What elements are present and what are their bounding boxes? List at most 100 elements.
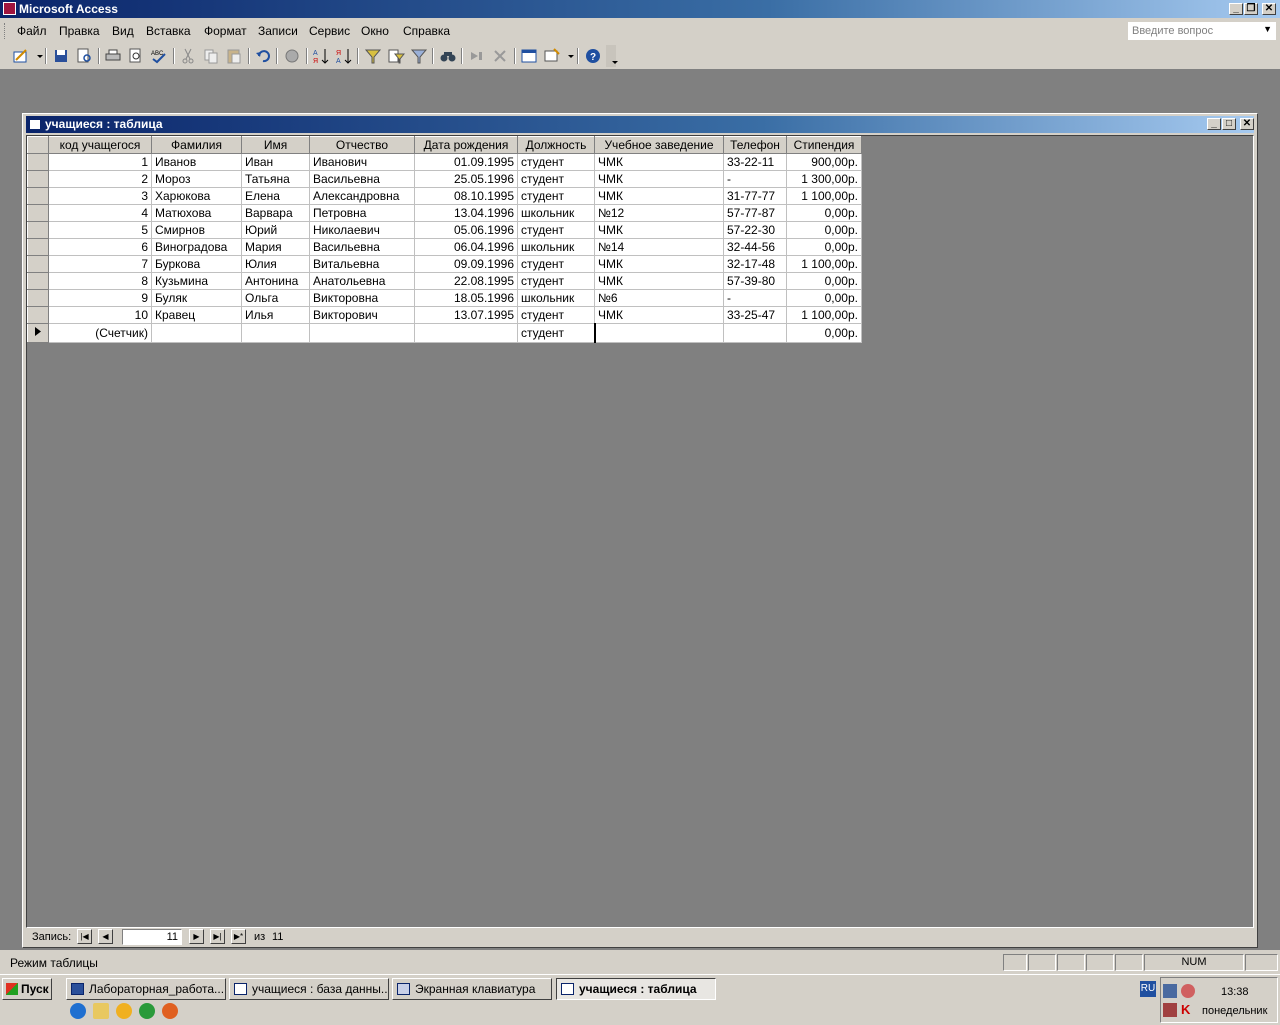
table-cell[interactable]: Анатольевна (309, 272, 415, 290)
table-cell[interactable]: Юлия (241, 255, 310, 273)
table-cell[interactable]: 1 (48, 153, 152, 171)
table-cell[interactable]: студент (517, 306, 595, 324)
table-row[interactable]: 2 Мороз Татьяна Васильевна 25.05.1996 студент… (27, 170, 862, 188)
table-cell[interactable]: №6 (594, 289, 724, 307)
table-cell[interactable]: 0,00р. (786, 323, 862, 343)
table-row[interactable]: 10 Кравец Илья Викторович 13.07.1995 студент Ч… (27, 306, 862, 324)
table-cell[interactable]: Ольга (241, 289, 310, 307)
table-cell[interactable]: Кузьмина (151, 272, 242, 290)
select-all-cell[interactable] (27, 136, 49, 154)
table-cell[interactable]: студент (517, 153, 595, 171)
table-cell[interactable]: Васильевна (309, 238, 415, 256)
table-cell[interactable]: студент (517, 272, 595, 290)
filter-by-form-icon[interactable] (387, 47, 406, 65)
table-cell[interactable]: (Счетчик) (48, 323, 152, 343)
table-cell[interactable]: 1 300,00р. (786, 170, 862, 188)
table-cell[interactable]: Кравец (151, 306, 242, 324)
table-maximize-button[interactable]: □ (1222, 118, 1236, 130)
table-cell[interactable]: 1 100,00р. (786, 187, 862, 205)
table-cell[interactable]: 0,00р. (786, 272, 862, 290)
sort-ascending-icon[interactable]: AЯ (312, 47, 330, 65)
table-cell[interactable]: студент (517, 170, 595, 188)
table-cell[interactable]: Петровна (309, 204, 415, 222)
column-header[interactable]: Должность (517, 136, 595, 154)
table-cell[interactable]: 1 100,00р. (786, 306, 862, 324)
table-row[interactable]: 6 Виноградова Мария Васильевна 06.04.1996 шко… (27, 238, 862, 256)
table-cell[interactable] (414, 323, 518, 343)
table-cell[interactable]: 22.08.1995 (414, 272, 518, 290)
table-cell[interactable]: Викторовна (309, 289, 415, 307)
table-cell[interactable]: 4 (48, 204, 152, 222)
menu-help[interactable]: Справка (403, 24, 450, 38)
close-button[interactable]: ✕ (1262, 3, 1276, 15)
table-cell[interactable]: школьник (517, 204, 595, 222)
table-cell[interactable]: Антонина (241, 272, 310, 290)
table-cell[interactable]: 01.09.1995 (414, 153, 518, 171)
new-object-dropdown-icon[interactable] (562, 47, 574, 65)
first-record-button[interactable]: |◀ (77, 929, 92, 944)
apply-filter-icon[interactable] (410, 47, 428, 65)
table-cell[interactable]: №12 (594, 204, 724, 222)
table-cell[interactable]: ЧМК (594, 187, 724, 205)
table-cell[interactable]: 57-77-87 (723, 204, 787, 222)
antivirus-icon[interactable]: K (1181, 1003, 1195, 1017)
table-cell[interactable]: 25.05.1996 (414, 170, 518, 188)
table-cell[interactable] (241, 323, 310, 343)
table-cell[interactable]: 06.04.1996 (414, 238, 518, 256)
table-cell[interactable]: 31-77-77 (723, 187, 787, 205)
table-cell[interactable]: Юрий (241, 221, 310, 239)
column-header[interactable]: Дата рождения (414, 136, 518, 154)
table-cell[interactable]: ЧМК (594, 272, 724, 290)
table-cell[interactable]: 10 (48, 306, 152, 324)
new-record-icon[interactable] (468, 47, 486, 65)
task-table[interactable]: учащиеся : таблица (556, 978, 716, 1000)
table-cell[interactable]: 0,00р. (786, 238, 862, 256)
sort-descending-icon[interactable]: ЯA (335, 47, 353, 65)
table-row[interactable]: 4 Матюхова Варвара Петровна 13.04.1996 школьн… (27, 204, 862, 222)
table-cell[interactable]: Александровна (309, 187, 415, 205)
table-cell[interactable]: 33-22-11 (723, 153, 787, 171)
table-cell[interactable]: 09.09.1996 (414, 255, 518, 273)
view-dropdown-icon[interactable] (31, 47, 43, 65)
table-cell[interactable]: Мороз (151, 170, 242, 188)
undo-icon[interactable] (254, 47, 272, 65)
menu-edit[interactable]: Правка (59, 24, 100, 38)
table-cell[interactable] (309, 323, 415, 343)
record-selector[interactable] (27, 153, 49, 171)
record-selector[interactable] (27, 238, 49, 256)
table-row[interactable]: 9 Буляк Ольга Викторовна 18.05.1996 школьник №… (27, 289, 862, 307)
clock-time[interactable]: 13:38 (1221, 986, 1249, 998)
table-cell[interactable]: студент (517, 323, 595, 343)
task-access-database[interactable]: учащиеся : база данны... (229, 978, 389, 1000)
column-header[interactable]: Фамилия (151, 136, 242, 154)
record-selector[interactable] (27, 289, 49, 307)
table-cell[interactable]: ЧМК (594, 170, 724, 188)
table-cell[interactable]: Варвара (241, 204, 310, 222)
table-cell[interactable]: Викторович (309, 306, 415, 324)
spelling-icon[interactable]: ABC (150, 47, 168, 65)
paste-icon[interactable] (225, 47, 243, 65)
new-record-nav-button[interactable]: ▶* (231, 929, 246, 944)
table-cell[interactable]: 5 (48, 221, 152, 239)
folder-icon[interactable] (93, 1003, 109, 1019)
table-cell[interactable]: 13.07.1995 (414, 306, 518, 324)
table-row[interactable]: 3 Харюкова Елена Александровна 08.10.1995 сту… (27, 187, 862, 205)
restore-button[interactable]: ❐ (1244, 3, 1258, 15)
table-cell[interactable]: Смирнов (151, 221, 242, 239)
menu-window[interactable]: Окно (361, 24, 389, 38)
table-cell[interactable]: 9 (48, 289, 152, 307)
toolbar-options-icon[interactable] (606, 45, 618, 67)
find-icon[interactable] (439, 47, 457, 65)
menu-format[interactable]: Формат (204, 24, 247, 38)
record-selector[interactable] (27, 204, 49, 222)
save-icon[interactable] (52, 47, 70, 65)
table-cell[interactable]: Витальевна (309, 255, 415, 273)
table-cell[interactable]: 08.10.1995 (414, 187, 518, 205)
table-cell[interactable]: Иван (241, 153, 310, 171)
help-question-input[interactable]: Введите вопрос ▼ (1128, 22, 1276, 40)
task-word-document[interactable]: Лабораторная_работа... (66, 978, 226, 1000)
table-cell[interactable]: 6 (48, 238, 152, 256)
table-cell[interactable]: 57-39-80 (723, 272, 787, 290)
table-cell[interactable]: студент (517, 255, 595, 273)
table-cell[interactable]: - (723, 170, 787, 188)
